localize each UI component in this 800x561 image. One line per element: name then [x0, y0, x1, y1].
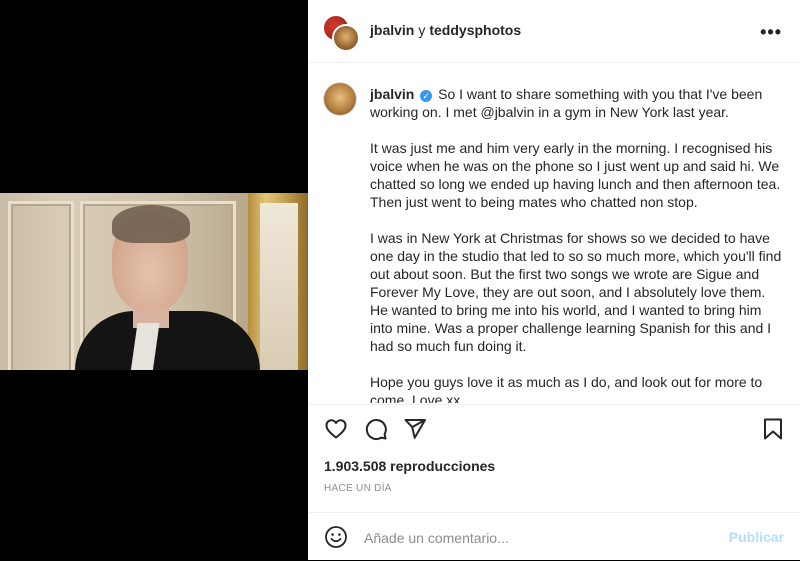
post-sidebar: jbalvin y teddysphotos ••• jbalvin ✓ So I … — [308, 0, 800, 560]
person-hair — [112, 205, 190, 243]
post-header: jbalvin y teddysphotos ••• — [308, 0, 800, 63]
caption-paragraph: It was just me and him very early in the… — [370, 140, 781, 210]
caption-paragraph: I was in New York at Christmas for shows… — [370, 230, 782, 354]
author-link-secondary[interactable]: teddysphotos — [429, 22, 521, 38]
caption-paragraph: Hope you guys love it as much as I do, a… — [370, 374, 763, 403]
wall-panel — [8, 201, 74, 370]
comment-input[interactable] — [362, 525, 706, 551]
emoji-icon[interactable] — [324, 525, 348, 549]
media-pane — [0, 0, 308, 560]
avatar — [332, 24, 360, 52]
verified-badge-icon: ✓ — [420, 90, 433, 102]
heart-icon[interactable] — [324, 417, 348, 441]
author-avatars[interactable] — [322, 14, 360, 52]
caption-username[interactable]: jbalvin — [370, 86, 414, 102]
author-link-primary[interactable]: jbalvin — [370, 22, 414, 38]
caption-text: jbalvin ✓ So I want to share something w… — [370, 85, 786, 403]
publish-button[interactable]: Publicar — [729, 529, 784, 545]
more-icon[interactable]: ••• — [760, 22, 782, 43]
post-video[interactable] — [0, 193, 308, 370]
action-bar — [308, 404, 800, 455]
author-joiner: y — [418, 22, 426, 38]
view-count[interactable]: 1.903.508 reproducciones — [324, 458, 495, 474]
post-authors: jbalvin y teddysphotos — [370, 22, 521, 38]
avatar[interactable] — [324, 83, 356, 115]
comment-bar: Publicar — [308, 512, 800, 561]
bookmark-icon[interactable] — [762, 417, 784, 441]
share-icon[interactable] — [403, 417, 427, 441]
comment-icon[interactable] — [364, 417, 388, 441]
caption-area[interactable]: jbalvin ✓ So I want to share something w… — [308, 63, 800, 403]
gilded-frame — [248, 193, 308, 370]
post-timestamp: HACE UN DÍA — [324, 483, 392, 494]
